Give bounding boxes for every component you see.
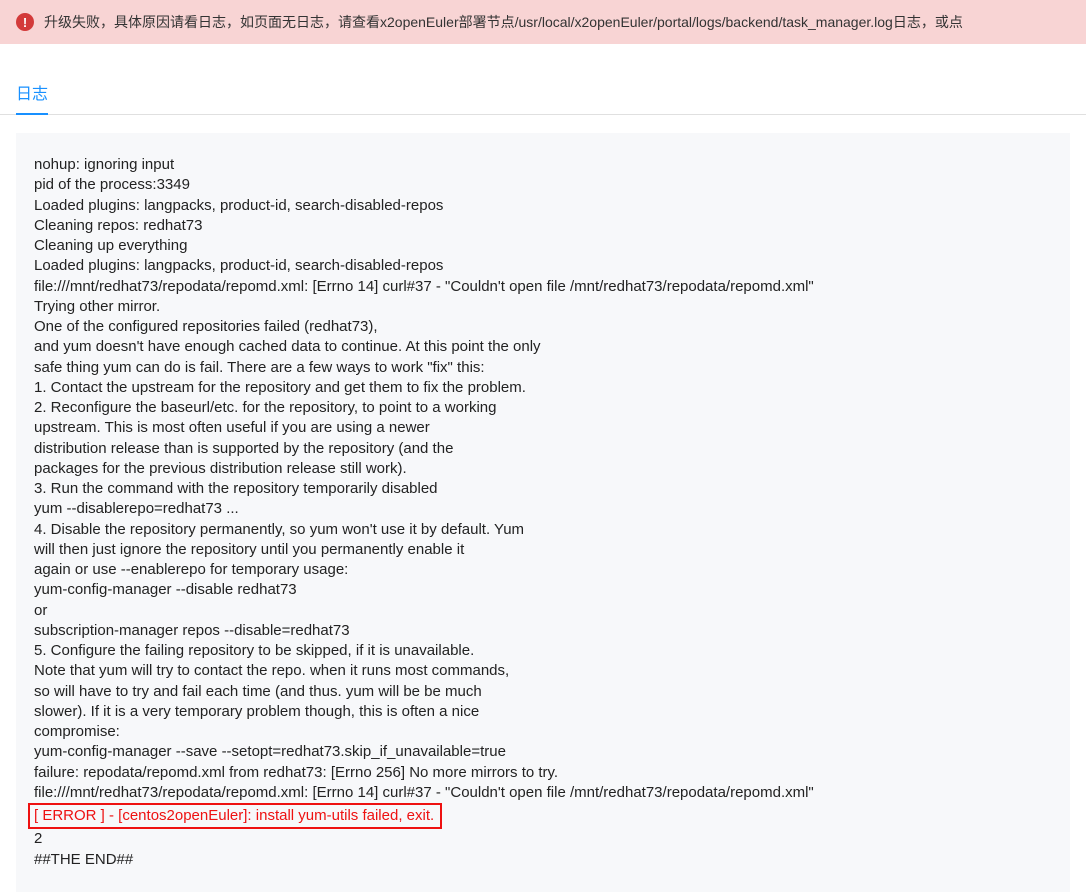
log-line: 4. Disable the repository permanently, s… <box>34 520 1052 540</box>
log-line: and yum doesn't have enough cached data … <box>34 337 1052 357</box>
log-line: 2 <box>34 829 1052 849</box>
tab-log[interactable]: 日志 <box>16 72 48 114</box>
log-line: will then just ignore the repository unt… <box>34 540 1052 560</box>
log-line: upstream. This is most often useful if y… <box>34 418 1052 438</box>
log-line: nohup: ignoring input <box>34 155 1052 175</box>
tab-log-label: 日志 <box>16 86 48 103</box>
log-line: so will have to try and fail each time (… <box>34 682 1052 702</box>
log-line: distribution release than is supported b… <box>34 439 1052 459</box>
log-line: yum --disablerepo=redhat73 ... <box>34 499 1052 519</box>
log-error-text: [ ERROR ] - [centos2openEuler]: install … <box>34 807 434 824</box>
log-line: Loaded plugins: langpacks, product-id, s… <box>34 196 1052 216</box>
error-alert-banner: ! 升级失败，具体原因请看日志，如页面无日志，请查看x2openEuler部署节… <box>0 0 1086 44</box>
log-line: Loaded plugins: langpacks, product-id, s… <box>34 256 1052 276</box>
log-line: ##THE END## <box>34 850 1052 870</box>
log-output-panel: nohup: ignoring inputpid of the process:… <box>16 133 1070 892</box>
log-line: packages for the previous distribution r… <box>34 459 1052 479</box>
log-line: One of the configured repositories faile… <box>34 317 1052 337</box>
log-line: file:///mnt/redhat73/repodata/repomd.xml… <box>34 277 1052 297</box>
log-line: yum-config-manager --save --setopt=redha… <box>34 742 1052 762</box>
log-line: 3. Run the command with the repository t… <box>34 479 1052 499</box>
log-line: compromise: <box>34 722 1052 742</box>
log-line: slower). If it is a very temporary probl… <box>34 702 1052 722</box>
log-line: 1. Contact the upstream for the reposito… <box>34 378 1052 398</box>
log-lines-block: nohup: ignoring inputpid of the process:… <box>34 155 1052 803</box>
log-line: file:///mnt/redhat73/repodata/repomd.xml… <box>34 783 1052 803</box>
error-icon: ! <box>16 13 34 31</box>
log-line: or <box>34 601 1052 621</box>
log-line: Note that yum will try to contact the re… <box>34 661 1052 681</box>
log-line: pid of the process:3349 <box>34 175 1052 195</box>
log-line: Cleaning up everything <box>34 236 1052 256</box>
error-alert-message: 升级失败，具体原因请看日志，如页面无日志，请查看x2openEuler部署节点/… <box>44 12 963 32</box>
log-error-line: [ ERROR ] - [centos2openEuler]: install … <box>34 803 1052 829</box>
log-lines-after-error: 2##THE END## <box>34 829 1052 870</box>
log-line: Trying other mirror. <box>34 297 1052 317</box>
log-line: Cleaning repos: redhat73 <box>34 216 1052 236</box>
tabs-container: 日志 <box>0 72 1086 115</box>
log-line: again or use --enablerepo for temporary … <box>34 560 1052 580</box>
log-line: subscription-manager repos --disable=red… <box>34 621 1052 641</box>
log-line: 5. Configure the failing repository to b… <box>34 641 1052 661</box>
log-line: safe thing yum can do is fail. There are… <box>34 358 1052 378</box>
log-line: 2. Reconfigure the baseurl/etc. for the … <box>34 398 1052 418</box>
log-line: yum-config-manager --disable redhat73 <box>34 580 1052 600</box>
highlighted-error-box: [ ERROR ] - [centos2openEuler]: install … <box>28 803 442 829</box>
log-line: failure: repodata/repomd.xml from redhat… <box>34 763 1052 783</box>
